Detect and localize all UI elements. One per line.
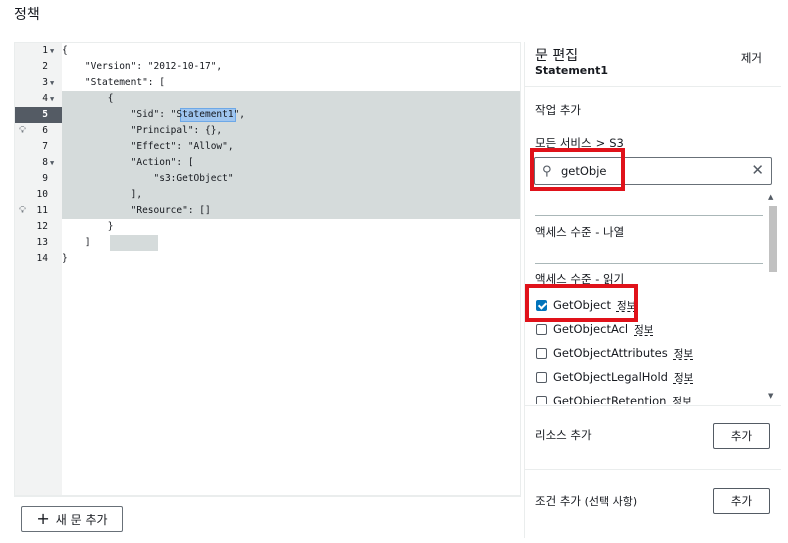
fold-arrow-icon[interactable]: ▼	[50, 91, 54, 107]
code-line: "Principal": {},	[62, 125, 223, 136]
gutter-line-active: 5	[15, 107, 62, 123]
editor-gutter: 1 ▼ 2 3 ▼ 4 ▼ 5 💡︎ 6 7 8 ▼ 9 10 💡︎ 11 12 13 14	[15, 43, 62, 495]
gutter-line: 9	[42, 173, 48, 184]
code-line: ],	[62, 189, 143, 200]
code-line: "Action": [	[62, 157, 194, 168]
fold-arrow-icon[interactable]: ▼	[50, 75, 54, 91]
code-line: "s3:GetObject"	[62, 173, 234, 184]
code-line: "Resource": []	[62, 205, 211, 216]
action-name: GetObjectAcl	[553, 322, 629, 336]
scrollbar-thumb[interactable]	[769, 206, 777, 272]
code-line: {	[62, 45, 68, 56]
gutter-line: 💡︎ 6	[15, 123, 62, 139]
checkbox[interactable]	[536, 323, 547, 335]
plus-icon: +	[36, 509, 50, 528]
code-line: }	[62, 221, 114, 232]
code-line: ]	[62, 237, 91, 248]
highlight-box-getobject	[525, 284, 638, 322]
add-condition-label: 조건 추가	[535, 494, 581, 508]
remove-statement-link[interactable]: 제거	[741, 50, 762, 66]
scroll-up-icon[interactable]: ▲	[768, 193, 773, 201]
add-resource-heading: 리소스 추가	[535, 428, 592, 442]
lightbulb-icon[interactable]: 💡︎	[19, 203, 26, 219]
list-divider	[535, 215, 763, 216]
action-name: GetObjectLegalHold	[553, 370, 668, 384]
divider	[525, 86, 781, 87]
code-line: "Statement": [	[62, 77, 165, 88]
action-checkbox-row[interactable]: GetObjectLegalHold 정보	[536, 368, 693, 386]
code-line: }	[62, 253, 68, 264]
fold-arrow-icon[interactable]: ▼	[50, 155, 54, 171]
add-condition-button[interactable]: 추가	[713, 488, 770, 514]
page-title: 정책	[14, 7, 40, 23]
code-line: "Sid": "Statement1",	[62, 109, 246, 120]
gutter-line: 8 ▼	[15, 155, 62, 171]
list-divider	[535, 263, 763, 264]
action-name: GetObjectAttributes	[553, 346, 668, 360]
add-new-statement-button[interactable]: + 새 문 추가	[21, 506, 123, 532]
optional-label: (선택 사항)	[584, 495, 638, 508]
action-checkbox-row[interactable]: GetObjectRetention 정보	[536, 392, 692, 404]
info-link[interactable]: 정보	[674, 370, 693, 385]
add-condition-heading: 조건 추가 (선택 사항)	[535, 493, 637, 509]
checkbox[interactable]	[536, 371, 547, 383]
access-level-list-heading[interactable]: 액세스 수준 - 나열	[535, 224, 624, 240]
code-area[interactable]: { "Version": "2012-10-17", "Statement": …	[62, 43, 520, 495]
statement-name: Statement1	[535, 64, 608, 77]
highlight-box-search	[530, 148, 625, 191]
gutter-line: 3 ▼	[15, 75, 62, 91]
fold-arrow-icon[interactable]: ▼	[50, 43, 54, 59]
gutter-line: 💡︎ 11	[15, 203, 62, 219]
policy-code-editor[interactable]: 1 ▼ 2 3 ▼ 4 ▼ 5 💡︎ 6 7 8 ▼ 9 10 💡︎ 11 12 13 14…	[14, 42, 521, 496]
divider	[525, 405, 781, 406]
gutter-line: 4 ▼	[15, 91, 62, 107]
code-line: "Effect": "Allow",	[62, 141, 234, 152]
gutter-line: 7	[42, 141, 48, 152]
add-resource-button[interactable]: 추가	[713, 423, 770, 449]
list-scrollbar[interactable]: ▲ ▼	[766, 189, 780, 404]
info-link[interactable]: 정보	[674, 346, 693, 361]
gutter-line: 14	[36, 253, 48, 264]
action-checkbox-row[interactable]: GetObjectAcl 정보	[536, 320, 653, 338]
clear-icon[interactable]: ✕	[751, 161, 764, 179]
gutter-line: 12	[36, 221, 48, 232]
scroll-down-icon[interactable]: ▼	[768, 392, 773, 400]
statement-edit-panel: 문 편집 Statement1 제거 작업 추가 모든 서비스 > S3 ⚲ ✕…	[524, 42, 781, 538]
editor-footer: + 새 문 추가	[14, 496, 521, 538]
checkbox[interactable]	[536, 395, 547, 404]
code-line: "Version": "2012-10-17",	[62, 61, 223, 72]
add-new-statement-label: 새 문 추가	[55, 512, 108, 527]
info-link[interactable]: 정보	[672, 394, 691, 405]
code-line: {	[62, 93, 114, 104]
gutter-line: 10	[36, 189, 48, 200]
checkbox[interactable]	[536, 347, 547, 359]
lightbulb-icon[interactable]: 💡︎	[19, 123, 26, 139]
action-checkbox-row[interactable]: GetObjectAttributes 정보	[536, 344, 693, 362]
gutter-line: 13	[36, 237, 48, 248]
add-action-heading: 작업 추가	[535, 103, 581, 117]
gutter-line: 2	[42, 61, 48, 72]
gutter-line: 1 ▼	[15, 43, 62, 59]
divider	[525, 469, 781, 470]
info-link[interactable]: 정보	[634, 322, 653, 337]
action-name: GetObjectRetention	[553, 394, 667, 404]
panel-title: 문 편집	[535, 48, 579, 64]
